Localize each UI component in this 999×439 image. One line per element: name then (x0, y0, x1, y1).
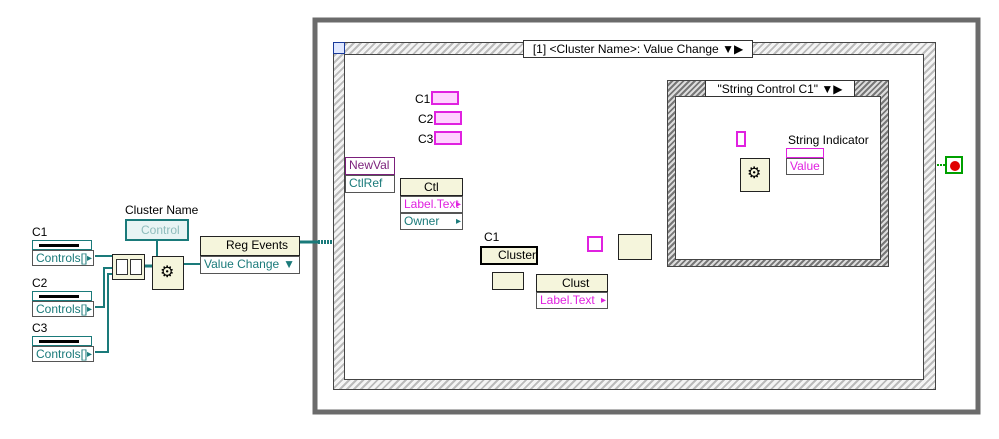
newval-label: NewVal (349, 158, 390, 172)
case-structure-body (675, 96, 881, 260)
gear-icon: ⚙ (747, 165, 762, 182)
separator-const[interactable] (587, 236, 603, 252)
cluster-name-control-text: Control (141, 223, 180, 237)
chevron-down-icon: ▼▶ (722, 42, 744, 56)
event-selector-text: [1] <Cluster Name>: Value Change (532, 42, 719, 56)
clust-node-title: Clust (562, 276, 590, 290)
c2-terminal[interactable] (32, 291, 92, 301)
const-c2[interactable] (434, 111, 462, 125)
value-label: Value (790, 159, 820, 173)
ctl-label-text[interactable]: Label.Text (400, 196, 463, 213)
case-selector-text: "String Control C1" (717, 82, 819, 96)
invoke-node[interactable]: ⚙ (740, 158, 770, 192)
c1-terminal[interactable] (32, 240, 92, 250)
bundle-node[interactable]: ⚙ (152, 256, 184, 290)
reg-events-title: Reg Events (226, 238, 289, 252)
concat-node[interactable] (618, 234, 652, 260)
stop-icon (950, 161, 960, 171)
timeout-icon (333, 42, 345, 54)
cluster-ref[interactable]: Cluster (480, 246, 538, 265)
clust-label-text[interactable]: Label.Text (536, 292, 608, 309)
const-c3[interactable] (434, 131, 462, 145)
const-c3-label: C3 (418, 132, 434, 146)
cluster-ref-label: C1 (484, 230, 500, 244)
const-c1-label: C1 (415, 92, 431, 106)
c1-label: C1 (32, 225, 48, 239)
c3-label: C3 (32, 321, 48, 335)
gear-icon: ⚙ (160, 264, 175, 281)
const-c2-label: C2 (418, 112, 434, 126)
case-selector[interactable]: "String Control C1" ▼▶ (705, 80, 855, 97)
c2-label: C2 (32, 276, 48, 290)
string-indicator-terminal[interactable] (786, 148, 824, 158)
c1-controls-ref[interactable]: Controls[] (32, 250, 94, 266)
empty-string-const[interactable] (736, 131, 746, 147)
event-ctlref[interactable]: CtlRef (345, 175, 395, 193)
event-selector[interactable]: [1] <Cluster Name>: Value Change ▼▶ (523, 40, 753, 58)
to-more-specific-node[interactable] (492, 272, 524, 290)
const-c1[interactable] (431, 91, 459, 105)
cluster-ref-text: Cluster (498, 248, 537, 262)
stop-terminal[interactable] (945, 156, 963, 174)
build-array-node[interactable] (112, 254, 145, 280)
cluster-name-ref[interactable]: Control (125, 219, 189, 241)
reg-events-event[interactable]: Value Change ▼ (200, 256, 300, 274)
reg-events-event-label: Value Change (204, 257, 280, 271)
string-indicator-label: String Indicator (788, 133, 869, 147)
ctl-owner[interactable]: Owner (400, 213, 463, 230)
chevron-down-icon: ▼▶ (821, 82, 843, 96)
cluster-name-label: Cluster Name (125, 203, 199, 217)
string-indicator-value[interactable]: Value (786, 158, 824, 175)
ctlref-label: CtlRef (349, 176, 383, 190)
ctl-node-title: Ctl (424, 180, 439, 194)
c3-controls-ref[interactable]: Controls[] (32, 346, 94, 362)
c3-terminal[interactable] (32, 336, 92, 346)
c2-controls-ref[interactable]: Controls[] (32, 301, 94, 317)
ctl-node-header[interactable]: Ctl (400, 178, 463, 196)
event-newval[interactable]: NewVal (345, 157, 395, 175)
clust-node-header[interactable]: Clust (536, 274, 608, 292)
chevron-down-icon: ▼ (283, 257, 295, 271)
reg-events-header[interactable]: Reg Events (200, 236, 300, 256)
